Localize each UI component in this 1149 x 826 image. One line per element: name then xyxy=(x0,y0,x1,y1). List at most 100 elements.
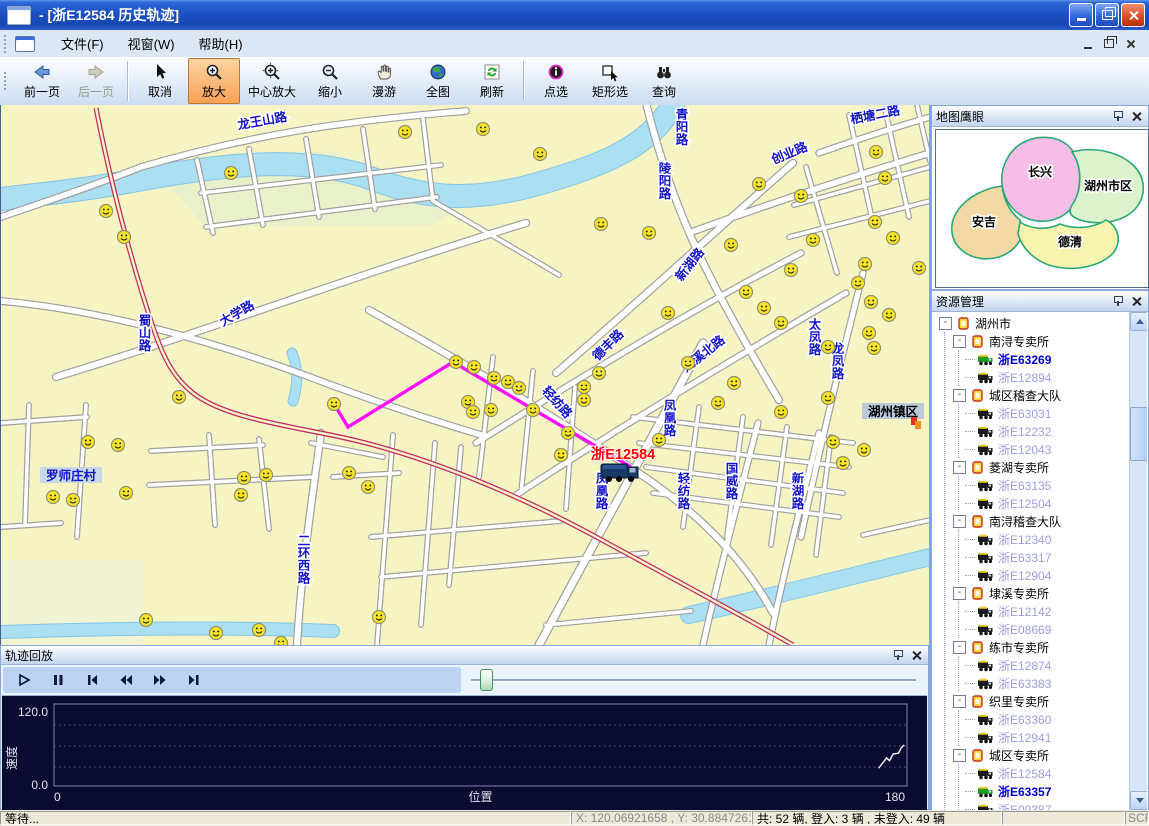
refresh-button[interactable]: 刷新 xyxy=(466,58,518,104)
poi-smiley-marker[interactable] xyxy=(775,317,788,330)
poi-smiley-marker[interactable] xyxy=(578,394,591,407)
poi-smiley-marker[interactable] xyxy=(868,342,881,355)
tree-group-label[interactable]: 埭溪专卖所 xyxy=(989,585,1049,602)
tree-vehicle-label[interactable]: 浙E12894 xyxy=(998,369,1051,386)
poi-smiley-marker[interactable] xyxy=(859,258,872,271)
map-canvas[interactable]: 龙王山路青阳路陵阳路创业路栖塘二路新湖路德丰路龙溪北路龙凤路太凤路轻纺路轻纺路凤… xyxy=(1,105,930,645)
tree-vehicle-label[interactable]: 浙E12340 xyxy=(998,531,1051,548)
poi-smiley-marker[interactable] xyxy=(82,436,95,449)
play-button[interactable] xyxy=(9,669,39,691)
pin-icon[interactable] xyxy=(1112,110,1124,122)
menu-file[interactable]: 文件(F) xyxy=(49,31,116,56)
zoom-out-button[interactable]: 缩小 xyxy=(304,58,356,104)
poi-smiley-marker[interactable] xyxy=(238,472,251,485)
poi-smiley-marker[interactable] xyxy=(753,178,766,191)
expand-toggle[interactable]: - xyxy=(953,389,966,402)
tree-group-label[interactable]: 南浔专卖所 xyxy=(989,333,1049,350)
tree-vehicle-label[interactable]: 浙E63269 xyxy=(998,351,1051,368)
tree-vehicle-label[interactable]: 浙E12904 xyxy=(998,567,1051,584)
poi-smiley-marker[interactable] xyxy=(343,467,356,480)
tree-vehicle-label[interactable]: 浙E12043 xyxy=(998,441,1051,458)
poi-smiley-marker[interactable] xyxy=(863,327,876,340)
poi-smiley-marker[interactable] xyxy=(837,457,850,470)
poi-smiley-marker[interactable] xyxy=(662,307,675,320)
poi-smiley-marker[interactable] xyxy=(100,205,113,218)
poi-smiley-marker[interactable] xyxy=(527,404,540,417)
step-end-button[interactable] xyxy=(179,669,209,691)
poi-smiley-marker[interactable] xyxy=(728,377,741,390)
tree-group-label[interactable]: 城区稽查大队 xyxy=(989,387,1061,404)
poi-smiley-marker[interactable] xyxy=(67,494,80,507)
child-restore-icon[interactable] xyxy=(1104,39,1114,48)
playback-slider[interactable] xyxy=(471,679,916,682)
expand-toggle[interactable]: - xyxy=(953,641,966,654)
poi-smiley-marker[interactable] xyxy=(140,614,153,627)
expand-toggle[interactable]: - xyxy=(953,335,966,348)
tree-vehicle-label[interactable]: 浙E63031 xyxy=(998,405,1051,422)
poi-smiley-marker[interactable] xyxy=(225,167,238,180)
track-start-marker[interactable] xyxy=(328,398,341,411)
point-select-button[interactable]: 点选 xyxy=(530,58,582,104)
cancel-button[interactable]: 取消 xyxy=(134,58,186,104)
poi-smiley-marker[interactable] xyxy=(488,372,501,385)
rewind-button[interactable] xyxy=(111,669,141,691)
close-icon[interactable] xyxy=(912,650,922,660)
poi-smiley-marker[interactable] xyxy=(740,286,753,299)
tree-vehicle-label[interactable]: 浙E12232 xyxy=(998,423,1051,440)
playback-slider-thumb[interactable] xyxy=(480,669,493,691)
step-back-button[interactable] xyxy=(77,669,107,691)
query-button[interactable]: 查询 xyxy=(638,58,690,104)
poi-smiley-marker[interactable] xyxy=(260,469,273,482)
tree-vehicle-label[interactable]: 浙E08669 xyxy=(998,621,1051,638)
poi-smiley-marker[interactable] xyxy=(235,489,248,502)
poi-smiley-marker[interactable] xyxy=(595,218,608,231)
expand-toggle[interactable]: - xyxy=(953,749,966,762)
poi-smiley-marker[interactable] xyxy=(775,406,788,419)
minimize-button[interactable] xyxy=(1069,3,1093,27)
poi-smiley-marker[interactable] xyxy=(362,481,375,494)
expand-toggle[interactable]: - xyxy=(953,515,966,528)
poi-smiley-marker[interactable] xyxy=(852,277,865,290)
pan-button[interactable]: 漫游 xyxy=(358,58,410,104)
tree-vehicle-label[interactable]: 浙E63135 xyxy=(998,477,1051,494)
tree-vehicle-label[interactable]: 浙E09387 xyxy=(998,801,1051,811)
poi-smiley-marker[interactable] xyxy=(399,126,412,139)
tree-vehicle-label[interactable]: 浙E63317 xyxy=(998,549,1051,566)
toolbar-grip[interactable] xyxy=(4,72,10,90)
tree-vehicle-label[interactable]: 浙E12142 xyxy=(998,603,1051,620)
poi-smiley-marker[interactable] xyxy=(450,356,463,369)
tree-group-label[interactable]: 菱湖专卖所 xyxy=(989,459,1049,476)
poi-smiley-marker[interactable] xyxy=(120,487,133,500)
poi-smiley-marker[interactable] xyxy=(253,624,266,637)
close-icon[interactable] xyxy=(1132,111,1142,121)
center-zoom-button[interactable]: 中心放大 xyxy=(242,58,302,104)
poi-smiley-marker[interactable] xyxy=(858,444,871,457)
poi-smiley-marker[interactable] xyxy=(578,381,591,394)
poi-smiley-marker[interactable] xyxy=(534,148,547,161)
poi-smiley-marker[interactable] xyxy=(513,382,526,395)
poi-smiley-marker[interactable] xyxy=(822,341,835,354)
pin-icon[interactable] xyxy=(892,649,904,661)
tree-group-label[interactable]: 织里专卖所 xyxy=(989,693,1049,710)
close-icon[interactable] xyxy=(1132,296,1142,306)
tree-vehicle-label[interactable]: 浙E12584 xyxy=(998,765,1051,782)
poi-smiley-marker[interactable] xyxy=(643,227,656,240)
poi-smiley-marker[interactable] xyxy=(47,491,60,504)
poi-smiley-marker[interactable] xyxy=(795,190,808,203)
tree-vehicle-label[interactable]: 浙E12504 xyxy=(998,495,1051,512)
poi-smiley-marker[interactable] xyxy=(883,309,896,322)
poi-smiley-marker[interactable] xyxy=(112,439,125,452)
poi-smiley-marker[interactable] xyxy=(887,232,900,245)
poi-smiley-marker[interactable] xyxy=(275,637,288,646)
tree-root-label[interactable]: 湖州市 xyxy=(975,315,1011,332)
child-minimize-icon[interactable] xyxy=(1084,47,1092,49)
poi-smiley-marker[interactable] xyxy=(467,406,480,419)
restore-button[interactable] xyxy=(1095,3,1119,27)
pin-icon[interactable] xyxy=(1112,295,1124,307)
expand-toggle[interactable]: - xyxy=(939,317,952,330)
poi-smiley-marker[interactable] xyxy=(118,231,131,244)
rect-select-button[interactable]: 矩形选 xyxy=(584,58,636,104)
poi-smiley-marker[interactable] xyxy=(879,172,892,185)
prev-page-button[interactable]: 前一页 xyxy=(16,58,68,104)
expand-toggle[interactable]: - xyxy=(953,587,966,600)
